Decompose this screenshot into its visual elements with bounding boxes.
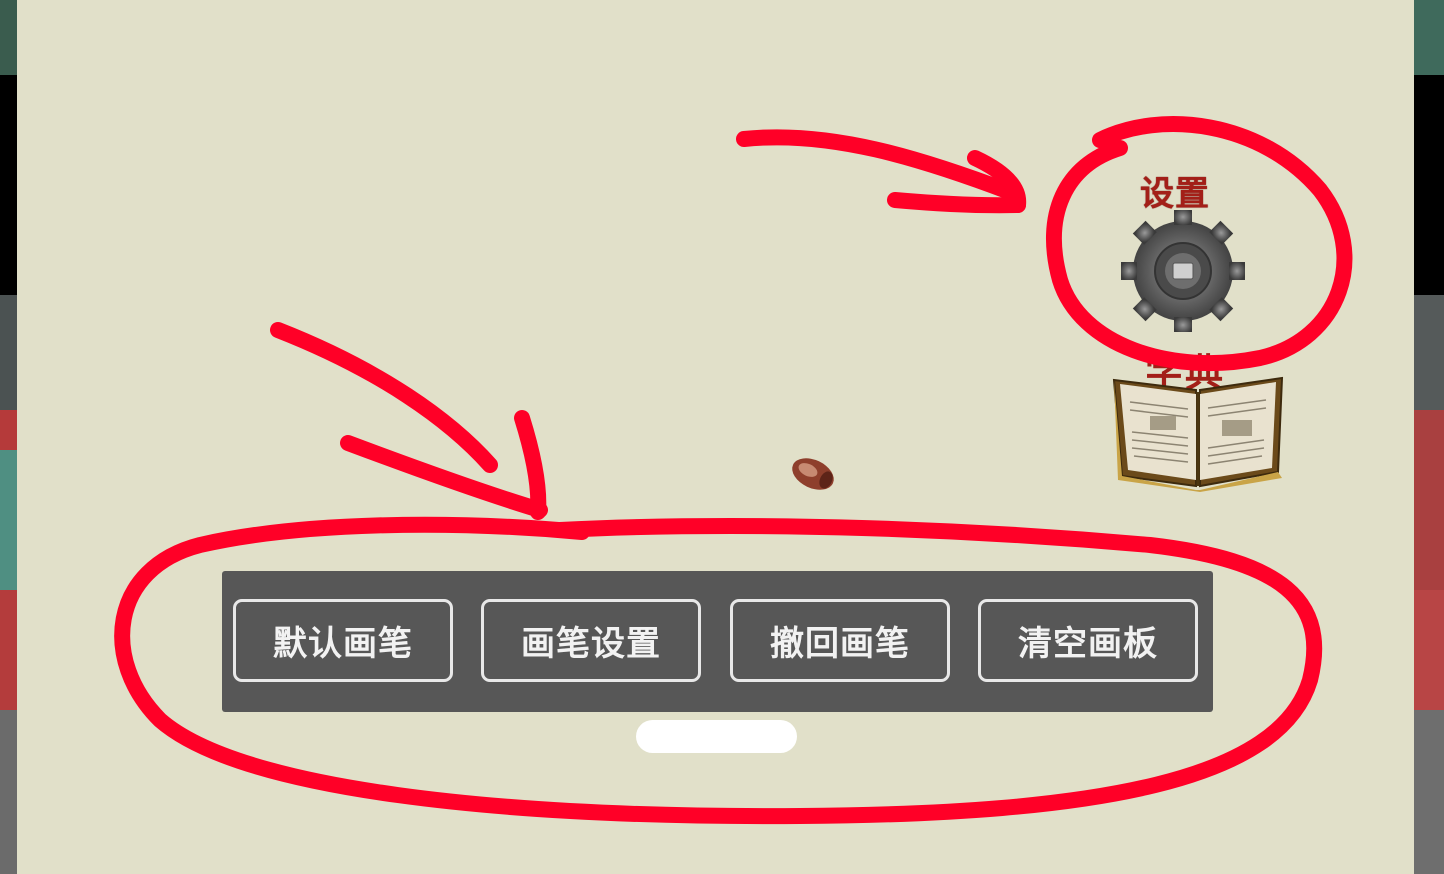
drawing-toolbar: 默认画笔 画笔设置 撤回画笔 清空画板 bbox=[222, 571, 1213, 712]
book-icon[interactable] bbox=[1110, 372, 1286, 492]
default-pen-button[interactable]: 默认画笔 bbox=[233, 599, 453, 682]
pen-cursor-icon bbox=[786, 452, 840, 496]
right-scenery-strip bbox=[1414, 0, 1444, 874]
gear-icon[interactable] bbox=[1117, 209, 1249, 333]
toolbar-toggle-handle[interactable] bbox=[636, 720, 797, 753]
undo-stroke-button[interactable]: 撤回画笔 bbox=[730, 599, 950, 682]
settings-label: 设置 bbox=[1140, 174, 1210, 214]
left-scenery-strip bbox=[0, 0, 17, 874]
pen-settings-button[interactable]: 画笔设置 bbox=[481, 599, 701, 682]
clear-board-button[interactable]: 清空画板 bbox=[978, 599, 1198, 682]
